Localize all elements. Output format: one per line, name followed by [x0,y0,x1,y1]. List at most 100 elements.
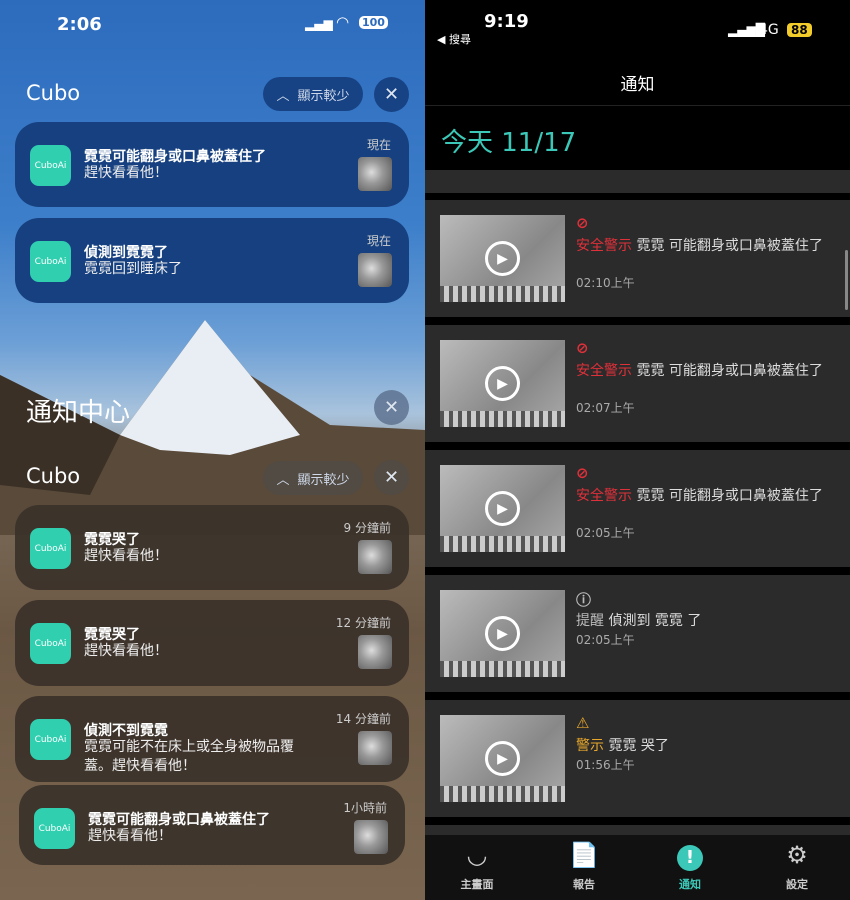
notification-item[interactable]: ▶ ⓘ 提醒 偵測到 霓霓 了 02:05上午 [425,575,850,692]
home-icon: ◡ [467,841,487,869]
notification-message: 霓霓 可能翻身或口鼻被蓋住了 [632,363,823,379]
cubo-app-notifications: 9:19 ◀ 搜尋 ▂▄▆█ 4G 88 通知 今天 11/17 ▶ ⊘ 安全警… [425,0,850,900]
date-header: 今天 11/17 [441,128,577,158]
lock-screen: 2:06 ▂▄▆ ◠ 100 Cubo ︿ 顯示較少 ✕ CuboAi 霓霓可能翻… [0,0,425,900]
notification-message: 偵測到 霓霓 了 [604,613,702,629]
cuboai-app-icon: CuboAi [34,808,75,849]
severity-label: 安全警示 [576,238,632,254]
video-thumbnail[interactable]: ▶ [440,715,565,802]
page-title: 通知 [620,75,655,95]
partial-notification-item[interactable] [425,170,850,193]
cuboai-app-icon: CuboAi [30,241,71,282]
notification-item[interactable]: ▶ ⊘ 安全警示 霓霓 可能翻身或口鼻被蓋住了 02:05上午 [425,450,850,567]
play-icon[interactable]: ▶ [485,616,520,651]
tab-label: 設定 [786,878,808,891]
notification-time: 02:07上午 [576,401,635,415]
notification-time: 1小時前 [343,801,387,815]
notification-time: 02:05上午 [576,526,635,540]
severity-label: 安全警示 [576,363,632,379]
notification-time: 12 分鐘前 [335,616,391,630]
cuboai-app-icon: CuboAi [30,145,71,186]
alert-circle-icon: ⊘ [576,214,589,232]
battery-indicator: 100 [359,16,388,29]
video-thumbnail[interactable]: ▶ [440,465,565,552]
notification-card[interactable]: CuboAi 霓霓可能翻身或口鼻被蓋住了 趕快看看他！ 1小時前 [19,785,405,865]
notification-message: 霓霓 哭了 [604,738,669,754]
notification-card[interactable]: CuboAi 霓霓可能翻身或口鼻被蓋住了 趕快看看他！ 現在 [15,122,409,207]
notification-body: 趕快看看他！ [84,165,168,181]
notification-title: 霓霓可能翻身或口鼻被蓋住了 [88,812,270,828]
notification-title: 霓霓可能翻身或口鼻被蓋住了 [84,149,266,165]
show-less-button[interactable]: ︿ 顯示較少 [263,461,363,495]
notification-card[interactable]: CuboAi 偵測不到霓霓 霓霓可能不在床上或全身被物品覆蓋。趕快看看他！ 14… [15,696,409,782]
warning-icon: ⚠ [576,714,590,732]
notification-time: 9 分鐘前 [343,521,391,535]
network-type: 4G [759,22,779,38]
play-icon[interactable]: ▶ [485,241,520,276]
notification-title: 霓霓哭了 [84,627,140,643]
notification-time: 現在 [366,138,391,152]
wifi-icon: ◠ [336,13,350,31]
notification-time: 02:05上午 [576,633,635,647]
severity-label: 安全警示 [576,488,632,504]
chevron-up-icon: ︿ [276,88,290,104]
notification-title: 霓霓哭了 [84,532,140,548]
tab-label: 主畫面 [460,878,494,891]
tab-label: 通知 [679,878,701,891]
video-thumbnail[interactable]: ▶ [440,340,565,427]
group-app-name: Cubo [26,81,81,105]
group-app-name: Cubo [26,464,81,488]
notification-message: 霓霓 可能翻身或口鼻被蓋住了 [632,488,823,504]
show-less-button[interactable]: ︿ 顯示較少 [263,77,363,111]
notification-title: 偵測不到霓霓 [84,723,168,739]
video-thumbnail[interactable]: ▶ [440,590,565,677]
severity-label: 警示 [576,738,604,754]
play-icon[interactable]: ▶ [485,741,520,776]
notification-text: 安全警示 霓霓 可能翻身或口鼻被蓋住了 [576,237,836,255]
scrollbar[interactable] [845,250,848,310]
video-thumbnail[interactable]: ▶ [440,215,565,302]
close-group-button[interactable]: ✕ [374,460,409,495]
camera-thumbnail [358,540,392,574]
play-icon[interactable]: ▶ [485,366,520,401]
notification-icon: ! [650,840,730,871]
notification-time: 01:56上午 [576,758,635,772]
notification-card[interactable]: CuboAi 霓霓哭了 趕快看看他！ 12 分鐘前 [15,600,409,686]
notification-time: 14 分鐘前 [335,712,391,726]
tab-label: 報告 [573,878,595,891]
status-time: 2:06 [57,14,102,35]
notification-body: 趕快看看他！ [88,828,172,844]
play-icon[interactable]: ▶ [485,491,520,526]
divider [425,105,850,106]
notification-body: 趕快看看他！ [84,643,168,659]
notification-item[interactable]: ▶ ⊘ 安全警示 霓霓 可能翻身或口鼻被蓋住了 02:10上午 [425,200,850,317]
notification-center-title: 通知中心 [26,398,131,428]
camera-thumbnail [358,253,392,287]
notification-text: 安全警示 霓霓 可能翻身或口鼻被蓋住了 [576,362,836,380]
notification-card[interactable]: CuboAi 霓霓哭了 趕快看看他！ 9 分鐘前 [15,505,409,590]
close-icon: ✕ [383,397,400,418]
show-less-label: 顯示較少 [297,472,350,488]
cuboai-app-icon: CuboAi [30,719,71,760]
show-less-label: 顯示較少 [297,88,350,104]
notification-time: 02:10上午 [576,276,635,290]
notification-text: 提醒 偵測到 霓霓 了 [576,612,836,630]
clear-all-button[interactable]: ✕ [374,390,409,425]
tab-home[interactable]: ◡ 主畫面 [437,840,517,892]
notification-card[interactable]: CuboAi 偵測到霓霓了 霓霓回到睡床了 現在 [15,218,409,303]
tab-settings[interactable]: ⚙ 設定 [757,840,837,892]
notification-item[interactable]: ▶ ⊘ 安全警示 霓霓 可能翻身或口鼻被蓋住了 02:07上午 [425,325,850,442]
notification-text: 安全警示 霓霓 可能翻身或口鼻被蓋住了 [576,487,836,505]
tab-report[interactable]: 📄 報告 [544,840,624,892]
notification-item[interactable]: ▶ ⚠ 警示 霓霓 哭了 01:56上午 [425,700,850,817]
chevron-up-icon: ︿ [276,472,290,488]
tab-notification[interactable]: ! 通知 [650,840,730,892]
cuboai-app-icon: CuboAi [30,528,71,569]
notification-body: 趕快看看他！ [84,548,168,564]
notification-message: 霓霓 可能翻身或口鼻被蓋住了 [632,238,823,254]
cuboai-app-icon: CuboAi [30,623,71,664]
back-to-search-link[interactable]: ◀ 搜尋 [437,31,471,47]
close-icon: ✕ [383,467,400,488]
close-group-button[interactable]: ✕ [374,77,409,112]
report-icon: 📄 [569,841,599,869]
